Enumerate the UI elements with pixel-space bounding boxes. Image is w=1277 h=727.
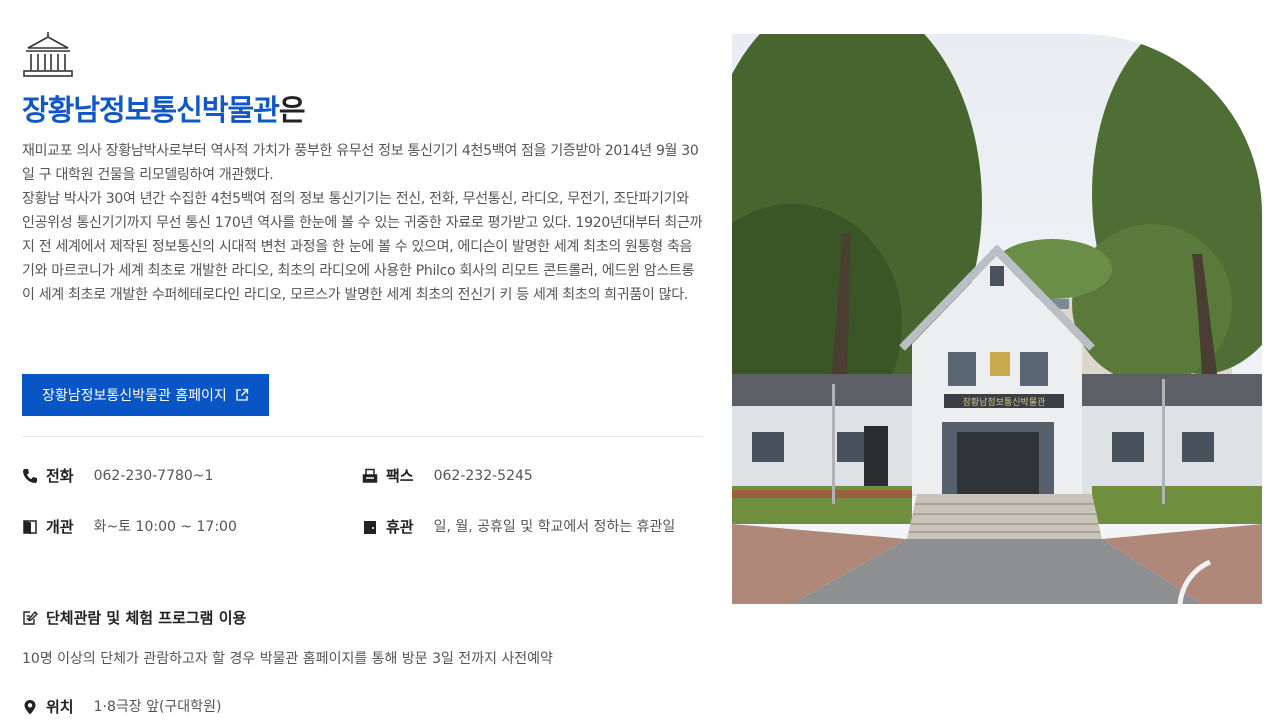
hours-row: 개관 화~토 10:00 ~ 17:00 — [22, 517, 237, 537]
closed-label: 휴관 — [386, 518, 414, 536]
homepage-button[interactable]: 장황남정보통신박물관 홈페이지 — [22, 374, 269, 416]
museum-photo: 장황남정보통신박물관 — [732, 34, 1262, 604]
title-suffix: 은 — [278, 93, 306, 127]
map-pin-icon — [24, 700, 36, 715]
hours-label: 개관 — [46, 518, 74, 536]
fax-row: 팩스 062-232-5245 — [362, 466, 533, 486]
door-closed-icon — [364, 521, 376, 534]
divider — [22, 436, 703, 437]
group-program-title: 단체관람 및 체험 프로그램 이용 — [22, 607, 246, 628]
museum-info-section: 장황남정보통신박물관은 재미교포 의사 장황남박사로부터 역사적 가치가 풍부한… — [22, 30, 704, 716]
external-link-icon — [236, 388, 248, 401]
location-label: 위치 — [46, 698, 74, 716]
door-open-icon — [23, 520, 37, 534]
closed-row: 휴관 일, 월, 공휴일 및 학교에서 정하는 휴관일 — [362, 517, 704, 547]
edit-note-icon — [23, 610, 38, 625]
fax-label: 팩스 — [386, 467, 414, 485]
hours-value: 화~토 10:00 ~ 17:00 — [93, 519, 237, 535]
group-program-desc: 10명 이상의 단체가 관람하고자 할 경우 박물관 홈페이지를 통해 방문 3… — [22, 651, 553, 667]
fax-value: 062-232-5245 — [433, 468, 533, 484]
fax-icon — [362, 468, 378, 483]
museum-icon — [23, 32, 73, 77]
page-title: 장황남정보통신박물관은 — [22, 90, 704, 130]
phone-icon — [23, 469, 37, 483]
closed-value: 일, 월, 공휴일 및 학교에서 정하는 휴관일 — [433, 519, 676, 535]
museum-description: 재미교포 의사 장황남박사로부터 역사적 가치가 풍부한 유무선 정보 통신기기… — [22, 143, 703, 303]
phone-label: 전화 — [46, 467, 74, 485]
phone-value: 062-230-7780~1 — [93, 468, 214, 484]
location-row: 위치 1·8극장 앞(구대학원) — [22, 697, 221, 717]
group-title-text: 단체관람 및 체험 프로그램 이용 — [46, 609, 247, 627]
title-accent: 장황남정보통신박물관 — [22, 93, 280, 127]
homepage-button-label: 장황남정보통신박물관 홈페이지 — [42, 388, 227, 404]
location-value: 1·8극장 앞(구대학원) — [93, 699, 222, 715]
building-sign-text: 장황남정보통신박물관 — [963, 397, 1046, 408]
phone-row: 전화 062-230-7780~1 — [22, 466, 213, 486]
